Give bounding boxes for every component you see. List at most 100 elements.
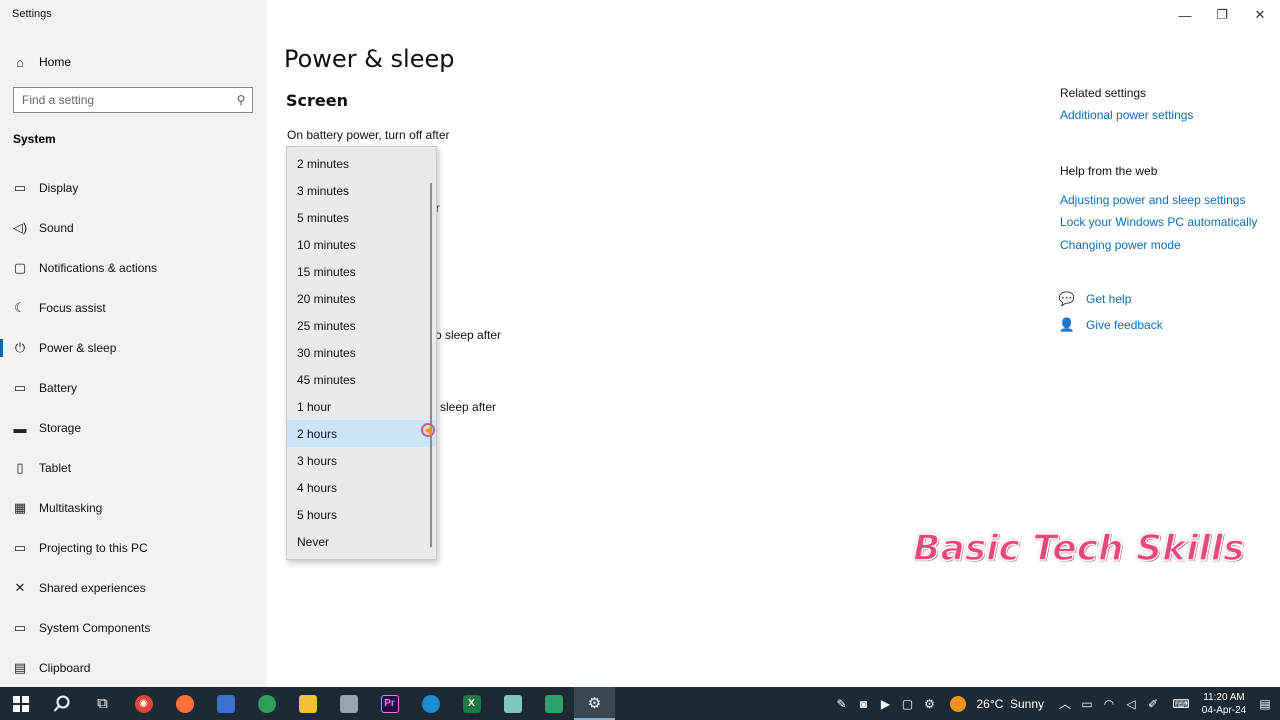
premiere-pro-icon[interactable]: Pr: [369, 687, 410, 720]
gear-icon[interactable]: ⚙: [918, 687, 940, 720]
weather-desc: Sunny: [1009, 696, 1044, 711]
sidebar-item-focus-assist[interactable]: ☾ Focus assist: [0, 288, 267, 328]
timeout-dropdown-list[interactable]: 2 minutes 3 minutes 5 minutes 10 minutes…: [286, 146, 437, 560]
dropdown-option[interactable]: 4 hours: [287, 474, 436, 501]
excel-icon[interactable]: X: [451, 687, 492, 720]
settings-taskbar-icon[interactable]: ⚙: [574, 687, 615, 720]
get-help-label: Get help: [1086, 292, 1132, 306]
snipping-icon[interactable]: ✎: [830, 687, 852, 720]
dropdown-option[interactable]: 2 minutes: [287, 150, 436, 177]
multitasking-icon: ▦: [13, 500, 27, 515]
video-camera-icon[interactable]: ▶: [874, 687, 896, 720]
sidebar-item-multitasking[interactable]: ▦ Multitasking: [0, 488, 267, 528]
battery-screen-label: On battery power, turn off after: [287, 128, 450, 142]
close-button[interactable]: ✕: [1241, 0, 1279, 30]
sidebar: Settings ⌂ Home Find a setting ⚲ System …: [0, 0, 267, 687]
pen-icon[interactable]: ✐: [1142, 687, 1164, 720]
dropdown-option[interactable]: 15 minutes: [287, 258, 436, 285]
search-taskbar-icon[interactable]: [41, 687, 82, 720]
dropdown-option[interactable]: 30 minutes: [287, 339, 436, 366]
dropdown-option[interactable]: 20 minutes: [287, 285, 436, 312]
feedback-icon: 👤: [1058, 317, 1076, 332]
window-icon[interactable]: ▢: [896, 687, 918, 720]
clock-time: 11:20 AM: [1203, 691, 1245, 703]
display-icon: ▭: [13, 180, 27, 195]
windows-logo-icon: [12, 695, 29, 712]
sidebar-item-tablet[interactable]: ▯ Tablet: [0, 448, 267, 488]
minimize-button[interactable]: —: [1166, 0, 1204, 30]
dropdown-option-selected[interactable]: 2 hours: [287, 420, 436, 447]
dropdown-option[interactable]: 45 minutes: [287, 366, 436, 393]
sidebar-item-label: System Components: [39, 621, 151, 635]
search-icon[interactable]: ⚲: [230, 93, 252, 107]
system-components-icon: ▭: [13, 620, 27, 635]
give-feedback-link[interactable]: 👤 Give feedback: [1058, 317, 1163, 332]
weather-temp: 26°C: [976, 696, 1004, 711]
dropdown-option[interactable]: 1 hour: [287, 393, 436, 420]
additional-power-settings-link[interactable]: Additional power settings: [1060, 108, 1193, 122]
sidebar-item-label: Tablet: [39, 461, 72, 475]
home-icon: ⌂: [16, 54, 24, 70]
sidebar-item-label: Focus assist: [39, 301, 106, 315]
weather-widget[interactable]: 26°C Sunny: [950, 695, 1044, 712]
app-title: Settings: [12, 8, 52, 20]
taskbar: ⧉ ◉ Pr X ⚙ ✎ ◙ ▶ ▢ ⚙ 26°C Sunny ︿ ▭ ◠ ◁ …: [0, 687, 1280, 720]
sidebar-item-label: Clipboard: [39, 661, 91, 675]
shared-experiences-icon: ✕: [14, 580, 26, 595]
restore-button[interactable]: ❐: [1203, 0, 1241, 30]
dropdown-option[interactable]: 3 hours: [287, 447, 436, 474]
dropdown-option[interactable]: 3 minutes: [287, 177, 436, 204]
dropdown-option[interactable]: Never: [287, 528, 436, 555]
task-view-icon[interactable]: ⧉: [82, 687, 123, 720]
keyboard-icon[interactable]: ⌨: [1164, 687, 1198, 720]
sidebar-item-home[interactable]: ⌂ Home: [12, 52, 71, 72]
search-input[interactable]: Find a setting ⚲: [13, 87, 253, 113]
wifi-icon[interactable]: ◠: [1098, 687, 1120, 720]
edge-icon[interactable]: [410, 687, 451, 720]
file-explorer-icon[interactable]: [287, 687, 328, 720]
search-placeholder: Find a setting: [22, 93, 95, 107]
notification-center-icon[interactable]: ▤: [1250, 687, 1280, 720]
get-help-link[interactable]: 💬 Get help: [1059, 291, 1132, 306]
sidebar-item-storage[interactable]: ▬ Storage: [0, 408, 267, 448]
notes-app-icon[interactable]: [492, 687, 533, 720]
power-icon: ⏻: [14, 340, 26, 355]
related-settings-heading: Related settings: [1060, 86, 1147, 100]
chevron-up-icon[interactable]: ︿: [1054, 687, 1076, 720]
sidebar-item-sound[interactable]: ◁) Sound: [0, 208, 267, 248]
dropdown-option[interactable]: 10 minutes: [287, 231, 436, 258]
home-label: Home: [39, 55, 72, 69]
battery-icon: ▭: [13, 380, 27, 395]
installer-app-icon[interactable]: [533, 687, 574, 720]
clock[interactable]: 11:20 AM 04-Apr-24: [1198, 691, 1250, 717]
storage-icon: ▬: [13, 420, 27, 436]
dropdown-option[interactable]: 5 hours: [287, 501, 436, 528]
network-app-icon[interactable]: [205, 687, 246, 720]
camera-icon[interactable]: ◙: [852, 687, 874, 720]
volume-icon[interactable]: ◁: [1120, 687, 1142, 720]
firefox-icon[interactable]: [164, 687, 205, 720]
start-button[interactable]: [0, 687, 41, 720]
help-link-adjusting[interactable]: Adjusting power and sleep settings: [1060, 193, 1245, 207]
edge-dev-icon[interactable]: [246, 687, 287, 720]
dropdown-scrollbar[interactable]: [430, 183, 432, 547]
help-link-power-mode[interactable]: Changing power mode: [1060, 238, 1181, 252]
battery-sleep-label: o sleep after: [435, 328, 502, 342]
dropdown-option[interactable]: 5 minutes: [287, 204, 436, 231]
sidebar-item-system-components[interactable]: ▭ System Components: [0, 608, 267, 648]
sidebar-nav: ▭ Display ◁) Sound ▢ Notifications & action…: [0, 168, 267, 688]
sidebar-item-display[interactable]: ▭ Display: [0, 168, 267, 208]
help-link-lock[interactable]: Lock your Windows PC automatically: [1060, 215, 1257, 229]
sidebar-item-battery[interactable]: ▭ Battery: [0, 368, 267, 408]
sidebar-item-projecting[interactable]: ▭ Projecting to this PC: [0, 528, 267, 568]
chrome-icon[interactable]: ◉: [123, 687, 164, 720]
sidebar-item-label: Sound: [39, 221, 74, 235]
sidebar-item-label: Shared experiences: [39, 581, 146, 595]
battery-tray-icon[interactable]: ▭: [1076, 687, 1098, 720]
scanner-app-icon[interactable]: [328, 687, 369, 720]
sidebar-item-shared-experiences[interactable]: ✕ Shared experiences: [0, 568, 267, 608]
sidebar-item-notifications[interactable]: ▢ Notifications & actions: [0, 248, 267, 288]
sidebar-item-clipboard[interactable]: ▤ Clipboard: [0, 648, 267, 688]
dropdown-option[interactable]: 25 minutes: [287, 312, 436, 339]
sidebar-item-power-sleep[interactable]: ⏻ Power & sleep: [0, 328, 267, 368]
